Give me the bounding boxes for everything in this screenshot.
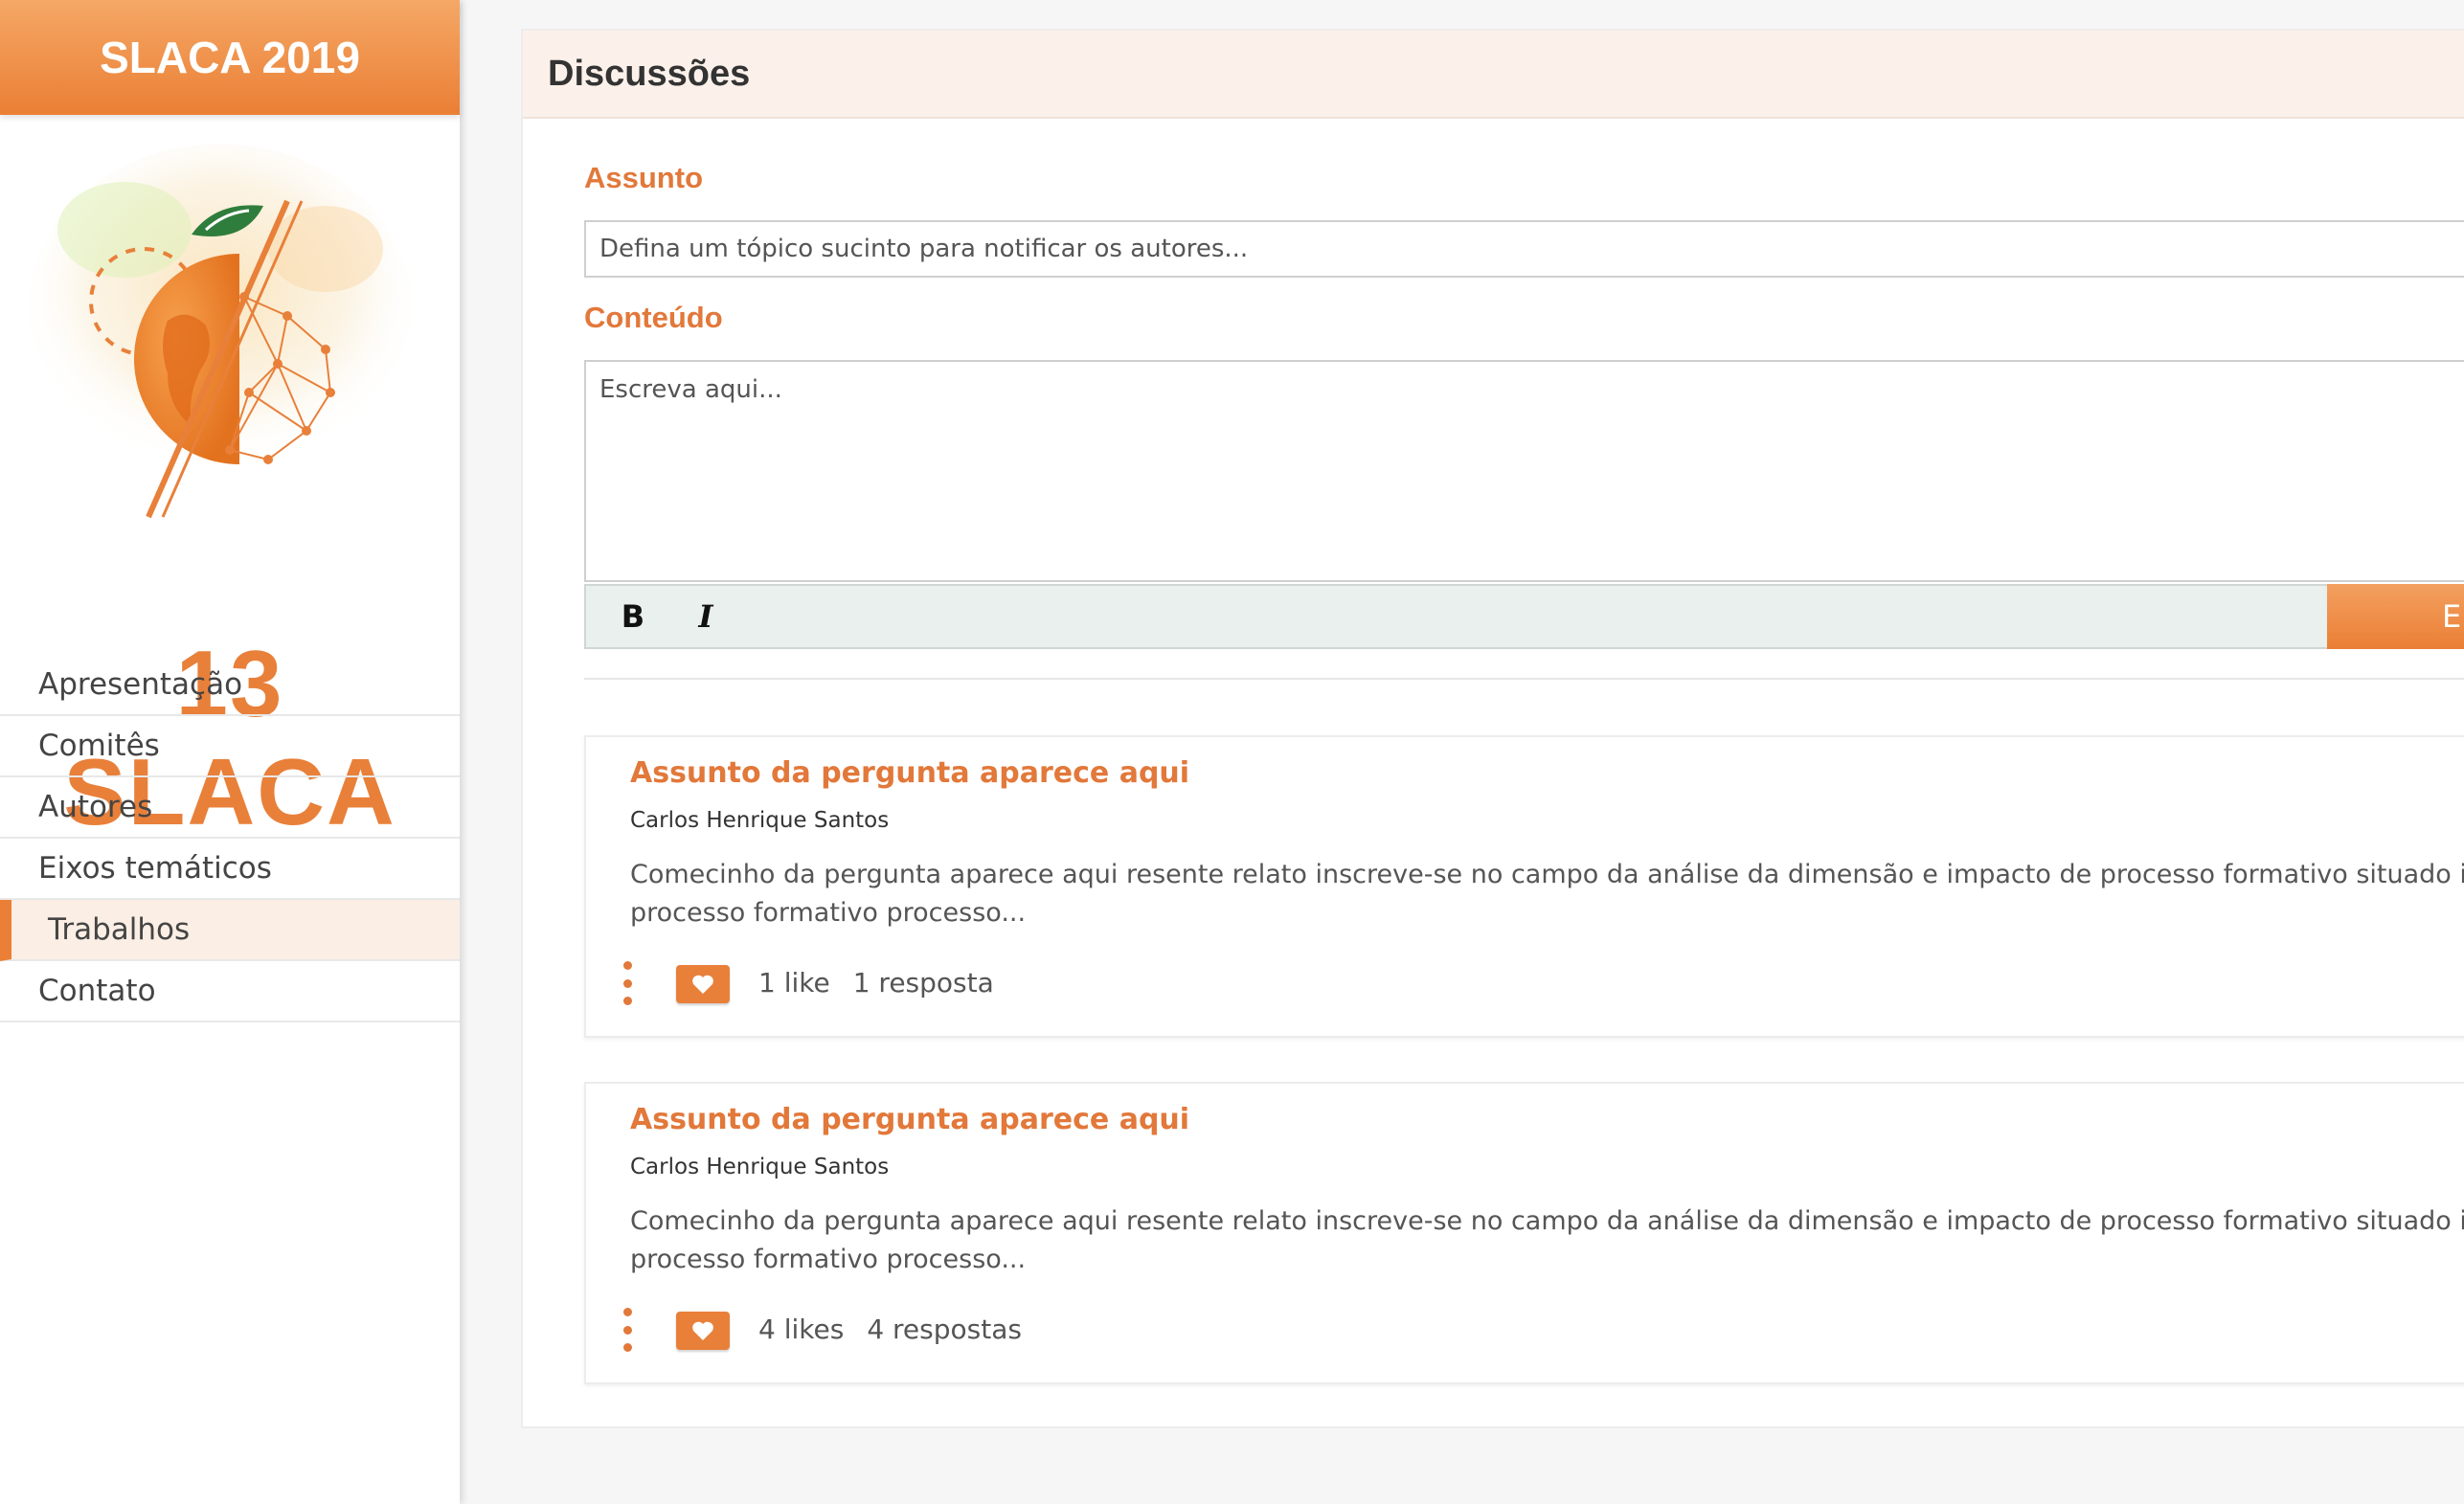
form-divider xyxy=(584,678,2464,680)
more-vertical-icon[interactable] xyxy=(621,961,634,1005)
sidebar-item-eixos-tematicos[interactable]: Eixos temáticos xyxy=(0,839,460,900)
page-title: Discussões xyxy=(523,31,2464,119)
discussion-author: Carlos Henrique Santos xyxy=(630,808,890,833)
sidebar-item-contato[interactable]: Contato xyxy=(0,961,460,1022)
discussion-stats: 1 like 1 resposta xyxy=(758,967,1017,999)
like-button[interactable] xyxy=(676,965,730,1003)
sidebar-item-apresentacao[interactable]: Apresentação xyxy=(0,655,460,716)
discussion-title[interactable]: Assunto da pergunta aparece aqui xyxy=(630,756,1189,790)
content-textarea[interactable] xyxy=(584,360,2464,582)
sidebar-item-autores[interactable]: Autores xyxy=(0,777,460,839)
subject-input[interactable] xyxy=(584,220,2464,278)
send-button[interactable]: Er xyxy=(2327,584,2464,649)
discussion-title[interactable]: Assunto da pergunta aparece aqui xyxy=(630,1103,1189,1136)
replies-count[interactable]: 1 resposta xyxy=(853,967,994,999)
content-label: Conteúdo xyxy=(584,301,723,334)
heart-icon xyxy=(692,1321,713,1340)
likes-count: 4 likes xyxy=(758,1313,845,1345)
sidebar-item-comites[interactable]: Comitês xyxy=(0,716,460,777)
discussion-card[interactable]: Assunto da pergunta aparece aqui Carlos … xyxy=(584,735,2464,1038)
editor-toolbar: B I xyxy=(584,584,2464,649)
discussion-card[interactable]: Assunto da pergunta aparece aqui Carlos … xyxy=(584,1082,2464,1384)
sidebar: SLACA 2019 13 SLACA Apresentação Comitês… xyxy=(0,0,460,1504)
orange-globe-icon xyxy=(29,144,412,519)
event-logo: 13 SLACA xyxy=(0,144,460,844)
subject-label: Assunto xyxy=(584,161,703,194)
italic-button[interactable]: I xyxy=(672,588,739,645)
sidebar-item-trabalhos[interactable]: Trabalhos xyxy=(0,900,460,961)
likes-count: 1 like xyxy=(758,967,830,999)
replies-count[interactable]: 4 respostas xyxy=(867,1313,1022,1345)
sidebar-nav: Apresentação Comitês Autores Eixos temát… xyxy=(0,655,460,1022)
more-vertical-icon[interactable] xyxy=(621,1308,634,1352)
discussion-excerpt: Comecinho da pergunta aparece aqui resen… xyxy=(630,860,2464,928)
discussion-excerpt: Comecinho da pergunta aparece aqui resen… xyxy=(630,1206,2464,1274)
discussions-panel: Discussões Assunto Conteúdo B I Er Assun… xyxy=(521,29,2464,1428)
like-button[interactable] xyxy=(676,1312,730,1350)
brand-title[interactable]: SLACA 2019 xyxy=(0,0,460,115)
heart-icon xyxy=(692,975,713,994)
bold-button[interactable]: B xyxy=(599,588,667,645)
discussion-author: Carlos Henrique Santos xyxy=(630,1155,890,1179)
discussion-stats: 4 likes 4 respostas xyxy=(758,1313,1045,1345)
